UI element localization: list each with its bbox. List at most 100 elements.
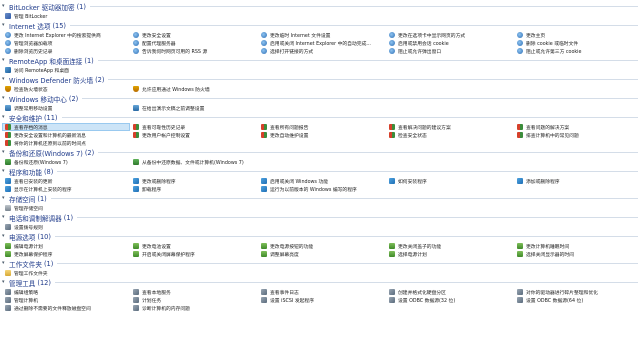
result-link-label[interactable]: 查看本地服务 xyxy=(142,289,171,296)
result-link-label[interactable]: 查看事件日志 xyxy=(270,289,299,296)
result-link[interactable]: 设置 iSCSI 发起程序 xyxy=(258,296,386,304)
result-link[interactable]: 删除浏览历史记录 xyxy=(2,47,130,55)
result-link-label[interactable]: 备份和还原(Windows 7) xyxy=(14,159,68,166)
result-link[interactable]: 检查安全状态 xyxy=(386,131,514,139)
result-link-label[interactable]: 更改或删除程序 xyxy=(142,178,176,185)
result-link[interactable]: 查看事件日志 xyxy=(258,288,386,296)
result-link-label[interactable]: 更改计算机睡眠时间 xyxy=(526,243,569,250)
result-link[interactable]: 配置代理服务器 xyxy=(130,39,258,47)
result-link[interactable]: 启用或禁用会话 cookie xyxy=(386,39,514,47)
result-link[interactable]: 管理计算机 xyxy=(2,296,130,304)
result-link-label[interactable]: 设置 ODBC 数据源(64 位) xyxy=(526,297,583,304)
chevron-down-icon[interactable]: ▾ xyxy=(2,150,7,155)
result-link-label[interactable]: 查看已安装的更新 xyxy=(14,178,52,185)
result-link-label[interactable]: 查看解决问题的建议方案 xyxy=(398,124,451,131)
result-link-label[interactable]: 开启或关闭屏幕保护程序 xyxy=(142,251,195,258)
result-link-label[interactable]: 更改在选项卡中显示网页的方式 xyxy=(398,32,465,39)
group-title[interactable]: Windows 移动中心 xyxy=(9,94,67,104)
chevron-down-icon[interactable]: ▾ xyxy=(2,169,7,174)
result-link[interactable]: 更改或删除程序 xyxy=(130,177,258,185)
chevron-down-icon[interactable]: ▾ xyxy=(2,77,7,82)
result-link-label[interactable]: 更改屏幕保护程序 xyxy=(14,251,52,258)
chevron-down-icon[interactable]: ▾ xyxy=(2,215,7,220)
result-link[interactable]: 更改电源按钮的功能 xyxy=(258,242,386,250)
result-link[interactable]: 管理浏览器加载项 xyxy=(2,39,130,47)
result-link[interactable]: 查看解决问题的建议方案 xyxy=(386,123,514,131)
result-link[interactable]: 编辑电源计划 xyxy=(2,242,130,250)
result-link[interactable]: 从备份中还原数据、文件或计算机(Windows 7) xyxy=(130,158,258,166)
result-link-label[interactable]: 启用或禁用会话 cookie xyxy=(398,40,449,47)
group-title[interactable]: BitLocker 驱动器加密 xyxy=(9,2,75,12)
result-link-label[interactable]: 删除浏览历史记录 xyxy=(14,48,52,55)
group-header[interactable]: ▾ 备份和还原(Windows 7) (2) xyxy=(0,147,640,158)
result-link-label[interactable]: 添加或删除程序 xyxy=(526,178,560,185)
result-link-label[interactable]: 调整屏幕亮度 xyxy=(270,251,299,258)
result-link[interactable]: 查看存档的消息 xyxy=(2,123,130,131)
group-title[interactable]: Internet 选项 xyxy=(9,21,50,31)
result-link-label[interactable]: 删除 cookie 或临时文件 xyxy=(526,40,578,47)
chevron-down-icon[interactable]: ▾ xyxy=(2,96,7,101)
result-link[interactable]: 更改在选项卡中显示网页的方式 xyxy=(386,31,514,39)
result-link[interactable]: 更改计算机睡眠时间 xyxy=(514,242,640,250)
result-link-label[interactable]: 管理工作文件夹 xyxy=(14,270,48,277)
group-title[interactable]: 工作文件夹 xyxy=(9,259,42,269)
result-link-label[interactable]: 选择关闭显示器的时间 xyxy=(526,251,574,258)
chevron-down-icon[interactable]: ▾ xyxy=(2,23,7,28)
result-link[interactable]: 更改屏幕保护程序 xyxy=(2,250,130,258)
result-link[interactable]: 管理工作文件夹 xyxy=(2,269,130,277)
result-link[interactable]: 允许应用通过 Windows 防火墙 xyxy=(130,85,258,93)
result-link[interactable]: 更改安全设置和计算机的最新消息 xyxy=(2,131,130,139)
result-link[interactable]: 对你的驱动器进行碎片整理和优化 xyxy=(514,288,640,296)
group-header[interactable]: ▾ 安全和维护 (11) xyxy=(0,112,640,123)
result-link[interactable]: 在给出演示文稿之前调整设置 xyxy=(130,104,258,112)
group-header[interactable]: ▾ 程序和功能 (8) xyxy=(0,166,640,177)
result-link[interactable]: 设置拨号规则 xyxy=(2,223,130,231)
group-title[interactable]: 电源选项 xyxy=(9,232,35,242)
group-header[interactable]: ▾ Windows 移动中心 (2) xyxy=(0,93,640,104)
result-link-label[interactable]: 更改 Internet Explorer 中的搜索提供商 xyxy=(14,32,101,39)
result-link[interactable]: 更改临时 Internet 文件设置 xyxy=(258,31,386,39)
result-link-label[interactable]: 设置拨号规则 xyxy=(14,224,43,231)
result-link[interactable]: 选择关闭显示器的时间 xyxy=(514,250,640,258)
result-link-label[interactable]: 诊断计算机的内存问题 xyxy=(142,305,190,312)
result-link-label[interactable]: 更改电池设置 xyxy=(142,243,171,250)
group-title[interactable]: 电话和调制解调器 xyxy=(9,213,62,223)
group-title[interactable]: 备份和还原(Windows 7) xyxy=(9,148,83,158)
group-title[interactable]: 程序和功能 xyxy=(9,167,42,177)
result-link[interactable]: 更改自动维护设置 xyxy=(258,131,386,139)
result-link[interactable]: 诊断计算机的内存问题 xyxy=(130,304,258,312)
result-link[interactable]: 更改关闭盖子的功能 xyxy=(386,242,514,250)
chevron-down-icon[interactable]: ▾ xyxy=(2,115,7,120)
result-link[interactable]: 检查防火墙状态 xyxy=(2,85,130,93)
group-header[interactable]: ▾ 电话和调制解调器 (1) xyxy=(0,212,640,223)
group-header[interactable]: ▾ 管理工具 (12) xyxy=(0,277,640,288)
chevron-down-icon[interactable]: ▾ xyxy=(2,234,7,239)
result-link[interactable]: 调整常用移动设置 xyxy=(2,104,130,112)
result-link-label[interactable]: 计划任务 xyxy=(142,297,161,304)
result-link[interactable]: 更改 Internet Explorer 中的搜索提供商 xyxy=(2,31,130,39)
result-link-label[interactable]: 通过删除不需要的文件释放磁盘空间 xyxy=(14,305,91,312)
result-link-label[interactable]: 访问 RemoteApp 和桌面 xyxy=(14,67,69,74)
result-link-label[interactable]: 编辑电源计划 xyxy=(14,243,43,250)
group-title[interactable]: RemoteApp 和桌面连接 xyxy=(9,56,82,66)
result-link[interactable]: 查看已安装的更新 xyxy=(2,177,130,185)
result-link[interactable]: 删除 cookie 或临时文件 xyxy=(514,39,640,47)
result-link[interactable]: 开启或关闭屏幕保护程序 xyxy=(130,250,258,258)
result-link-label[interactable]: 配置代理服务器 xyxy=(142,40,176,47)
result-link[interactable]: 排查计算机中的常见问题 xyxy=(514,131,640,139)
group-header[interactable]: ▾ 存储空间 (1) xyxy=(0,193,640,204)
result-link[interactable]: 管理存储空间 xyxy=(2,204,130,212)
result-link-label[interactable]: 更改临时 Internet 文件设置 xyxy=(270,32,330,39)
chevron-down-icon[interactable]: ▾ xyxy=(2,280,7,285)
result-link-label[interactable]: 管理计算机 xyxy=(14,297,38,304)
result-link[interactable]: 如何安装程序 xyxy=(386,177,514,185)
result-link-label[interactable]: 更改安全设置和计算机的最新消息 xyxy=(14,132,86,139)
result-link[interactable]: 计划任务 xyxy=(130,296,258,304)
result-link[interactable]: 阻止或允许第三方 cookie xyxy=(514,47,640,55)
result-link-label[interactable]: 查看可靠性历史记录 xyxy=(142,124,185,131)
group-header[interactable]: ▾ Internet 选项 (15) xyxy=(0,20,640,31)
result-link[interactable]: 显示在计算机上安装的程序 xyxy=(2,185,130,193)
result-link-label[interactable]: 查看存档的消息 xyxy=(14,124,48,131)
result-link[interactable]: 选择电源计划 xyxy=(386,250,514,258)
result-link-label[interactable]: 从备份中还原数据、文件或计算机(Windows 7) xyxy=(142,159,244,166)
